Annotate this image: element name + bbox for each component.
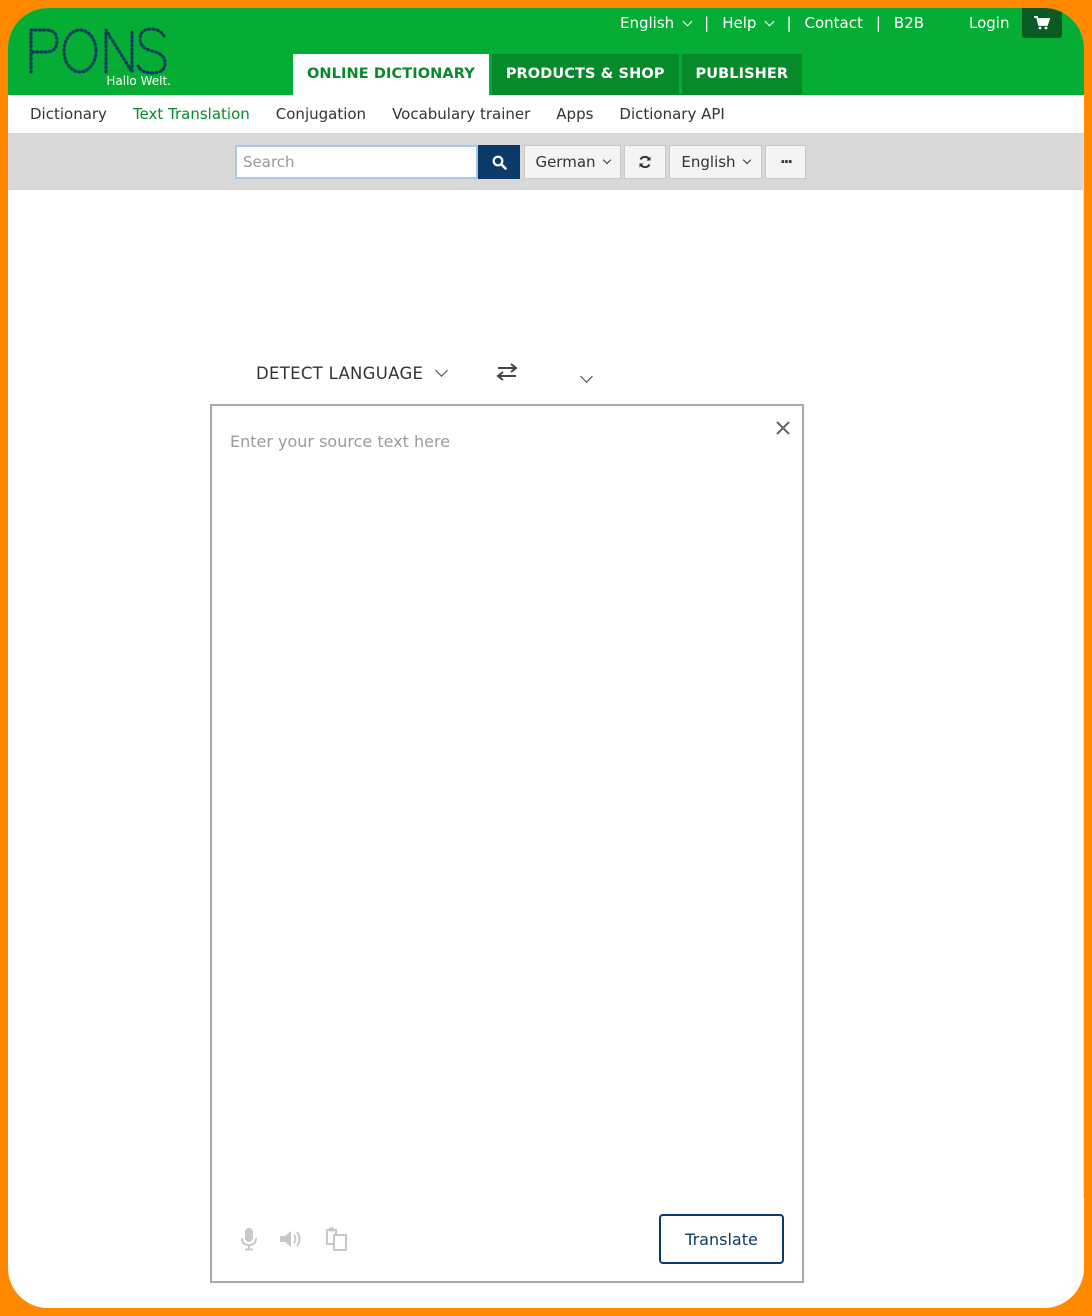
separator: | [875,14,881,32]
speaker-button[interactable] [278,1229,304,1253]
language-menu[interactable]: English [620,14,693,32]
login-link[interactable]: Login [969,8,1009,38]
search-bar: German English ··· [8,134,1084,190]
source-language-label: German [535,153,596,171]
target-language-label: English [681,153,736,171]
source-language-value: DETECT LANGUAGE [256,363,424,383]
tab-publisher[interactable]: PUBLISHER [681,54,803,95]
contact-link[interactable]: Contact [805,14,863,32]
source-text-panel: Translate [210,404,804,1283]
search-input[interactable] [235,145,478,179]
swap-languages-button[interactable] [624,145,666,179]
close-icon [776,421,790,435]
pons-logo-mark [29,24,167,78]
subnav-apps[interactable]: Apps [556,105,593,123]
help-menu-label: Help [722,14,757,32]
right-border [1083,138,1084,1198]
more-options-button[interactable]: ··· [765,145,806,179]
chevron-down-icon [764,16,775,26]
clear-text-button[interactable] [775,420,791,436]
subnav-text-translation[interactable]: Text Translation [133,105,250,123]
more-icon: ··· [779,153,793,171]
utility-nav: English | Help | Contact | B2B [620,8,924,38]
microphone-button[interactable] [240,1227,258,1255]
source-tools [240,1226,350,1256]
search-button[interactable] [478,145,520,179]
cart-icon [1034,16,1050,30]
source-text-input[interactable] [230,432,750,1192]
translate-button[interactable]: Translate [659,1214,784,1264]
subnav-dictionary[interactable]: Dictionary [30,105,107,123]
refresh-icon [639,155,651,169]
language-menu-label: English [620,14,675,32]
microphone-icon [241,1228,257,1251]
site-header: Hallo Welt. English | Help | Contact | B… [8,8,1084,95]
help-menu[interactable]: Help [722,14,775,32]
subnav-vocabulary-trainer[interactable]: Vocabulary trainer [392,105,530,123]
tab-online-dictionary[interactable]: ONLINE DICTIONARY [293,54,489,95]
cart-button[interactable] [1022,8,1062,38]
logo-tagline: Hallo Welt. [106,74,171,88]
translator-language-row: DETECT LANGUAGE [8,358,1084,388]
speaker-icon [280,1231,301,1247]
copy-icon [326,1227,347,1251]
chevron-down-icon [602,155,611,165]
sub-navigation: Dictionary Text Translation Conjugation … [8,95,1084,134]
search-icon [492,155,507,170]
chevron-down-icon [742,155,751,165]
source-language-select[interactable]: German [524,145,621,179]
separator: | [786,14,792,32]
swap-arrows-icon [496,363,518,381]
b2b-link[interactable]: B2B [894,14,924,32]
chevron-down-icon [580,370,593,383]
swap-direction-button[interactable] [496,363,518,385]
pons-logo[interactable]: Hallo Welt. [26,24,171,88]
chevron-down-icon [435,363,449,377]
target-language-select[interactable]: English [669,145,762,179]
chevron-down-icon [682,16,693,26]
target-language-dropdown[interactable] [580,366,593,385]
subnav-dictionary-api[interactable]: Dictionary API [619,105,724,123]
copy-button[interactable] [324,1226,350,1256]
main-tabs: ONLINE DICTIONARY PRODUCTS & SHOP PUBLIS… [293,54,805,95]
subnav-conjugation[interactable]: Conjugation [276,105,366,123]
separator: | [704,14,710,32]
page-frame: Hallo Welt. English | Help | Contact | B… [8,8,1084,1308]
source-language-dropdown[interactable]: DETECT LANGUAGE [256,358,449,388]
tab-products-shop[interactable]: PRODUCTS & SHOP [491,54,679,95]
